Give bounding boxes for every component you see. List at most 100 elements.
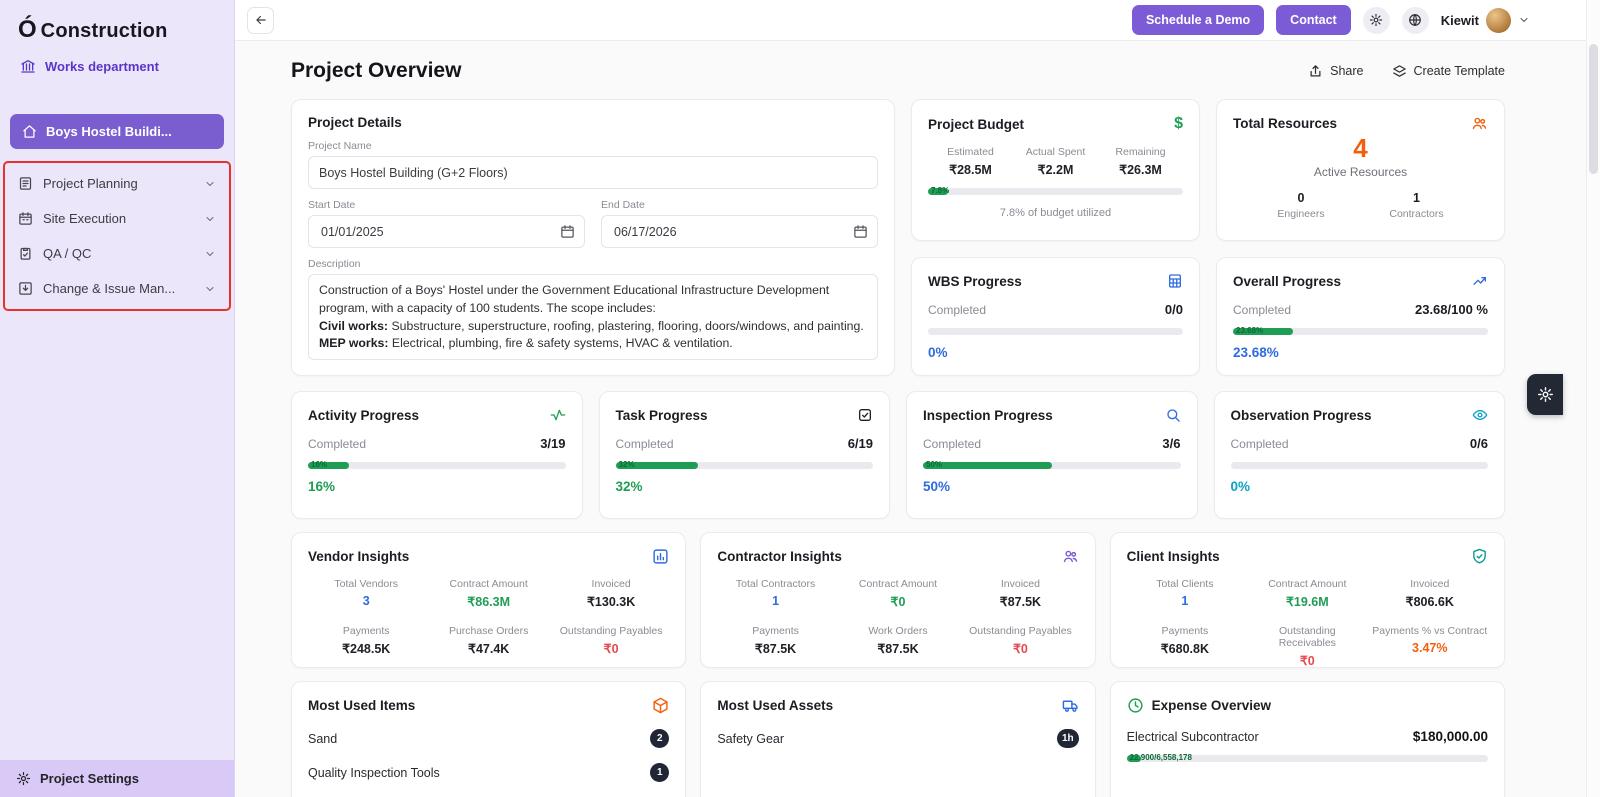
end-date-input[interactable] — [612, 224, 853, 240]
settings-label: Project Settings — [40, 771, 139, 786]
calendar-icon[interactable] — [560, 224, 575, 239]
stat-label: Contract Amount — [430, 578, 546, 590]
share-button[interactable]: Share — [1308, 64, 1363, 79]
description-mep-label: MEP works: — [319, 336, 388, 350]
completed-ratio: 23.68/100 % — [1415, 302, 1488, 317]
share-label: Share — [1330, 64, 1363, 78]
description-civil-text: Substructure, superstructure, roofing, p… — [388, 319, 864, 333]
list-item[interactable]: Sand 2 — [308, 729, 669, 748]
contractor-insights-card: Contractor Insights Total Contractors1 C… — [700, 532, 1095, 668]
project-name-label: Project Name — [308, 140, 878, 152]
percent-value: 0% — [1231, 479, 1489, 494]
schedule-demo-button[interactable]: Schedule a Demo — [1132, 5, 1264, 35]
stat-value: ₹26.3M — [1098, 162, 1183, 177]
contact-button[interactable]: Contact — [1276, 5, 1351, 35]
stat-value: ₹0 — [962, 641, 1078, 656]
project-name: Boys Hostel Buildi... — [46, 124, 172, 139]
nav-label: Site Execution — [43, 211, 126, 226]
total-resources-card: Total Resources 4 Active Resources 0 Eng… — [1216, 99, 1505, 241]
stat-label: Total Clients — [1127, 578, 1243, 590]
sidebar-item-qa-qc[interactable]: QA / QC — [5, 236, 229, 271]
most-used-items-card: Most Used Items Sand 2 Quality Inspectio… — [291, 681, 686, 797]
settings-gear-button[interactable] — [1363, 7, 1390, 34]
chevron-down-icon — [204, 283, 216, 295]
description-textarea[interactable]: Construction of a Boys' Hostel under the… — [308, 274, 878, 360]
back-button[interactable] — [247, 7, 274, 34]
engineers-label: Engineers — [1277, 208, 1324, 220]
completed-ratio: 0/6 — [1470, 436, 1488, 451]
end-date-field[interactable] — [601, 215, 878, 248]
stat-label: Invoiced — [553, 578, 669, 590]
stat-label: Outstanding Payables — [553, 625, 669, 637]
create-template-button[interactable]: Create Template — [1392, 64, 1506, 79]
budget-progress-bar: 7.8% — [928, 188, 1183, 195]
stat-value: ₹28.5M — [928, 162, 1013, 177]
topbar: Schedule a Demo Contact Kiewit — [235, 0, 1600, 41]
stat-value: ₹86.3M — [430, 594, 546, 609]
stat-value: 3 — [308, 594, 424, 608]
stat-label: Payments — [1127, 625, 1243, 637]
gear-icon — [16, 771, 31, 786]
most-used-assets-card: Most Used Assets Safety Gear 1h — [700, 681, 1095, 797]
expense-amount: $180,000.00 — [1413, 729, 1488, 744]
stat-label: Total Vendors — [308, 578, 424, 590]
completed-ratio: 0/0 — [1165, 302, 1183, 317]
shield-check-icon — [1471, 548, 1488, 565]
start-date-input[interactable] — [319, 224, 560, 240]
stat-label: Purchase Orders — [430, 625, 546, 637]
brand: Ó Construction — [0, 0, 234, 48]
stat-label: Contract Amount — [1249, 578, 1365, 590]
active-resources-label: Active Resources — [1233, 165, 1488, 179]
bar-inline-label: 16% — [311, 460, 327, 470]
expense-row[interactable]: Electrical Subcontractor $180,000.00 — [1127, 729, 1488, 744]
search-icon — [1165, 407, 1181, 423]
calendar-icon[interactable] — [853, 224, 868, 239]
sidebar-item-project-planning[interactable]: Project Planning — [5, 166, 229, 201]
bar-inline-label: 50% — [926, 460, 942, 470]
sidebar-item-site-execution[interactable]: Site Execution — [5, 201, 229, 236]
stat-value: ₹0 — [840, 594, 956, 609]
sidebar-item-project[interactable]: Boys Hostel Buildi... — [10, 114, 224, 149]
card-title: Contractor Insights — [717, 549, 842, 564]
card-title: Project Budget — [928, 117, 1024, 132]
stat-label: Total Contractors — [717, 578, 833, 590]
card-title: Expense Overview — [1152, 698, 1271, 713]
floating-settings-button[interactable] — [1527, 374, 1563, 415]
page-scrollbar[interactable] — [1586, 0, 1600, 797]
stat-label: Payments % vs Contract — [1372, 625, 1488, 637]
card-title: WBS Progress — [928, 274, 1022, 289]
list-item[interactable]: Safety Gear 1h — [717, 729, 1078, 748]
chevron-down-icon — [204, 178, 216, 190]
globe-button[interactable] — [1402, 7, 1429, 34]
completed-label: Completed — [1231, 437, 1289, 451]
sidebar-item-change-issue[interactable]: Change & Issue Man... — [5, 271, 229, 306]
sidebar-item-project-settings[interactable]: Project Settings — [0, 760, 234, 797]
progress-bar: 32% — [616, 462, 874, 469]
bar-inline-label: 7.8% — [931, 186, 949, 196]
user-menu[interactable]: Kiewit — [1441, 8, 1530, 33]
stat-value: ₹0 — [1249, 653, 1365, 668]
asset-name: Safety Gear — [717, 732, 784, 746]
stat-label: Payments — [308, 625, 424, 637]
active-resources-count: 4 — [1233, 134, 1488, 163]
card-title: Most Used Items — [308, 698, 415, 713]
stat-value: ₹680.8K — [1127, 641, 1243, 656]
project-name-input[interactable] — [308, 156, 878, 189]
completed-ratio: 3/19 — [540, 436, 565, 451]
scrollbar-thumb[interactable] — [1589, 44, 1598, 174]
department-label: Works department — [0, 48, 234, 86]
engineers-count: 0 — [1277, 191, 1324, 205]
budget-footnote: 7.8% of budget utilized — [928, 207, 1183, 219]
card-title: Observation Progress — [1231, 408, 1372, 423]
wbs-progress-card: WBS Progress Completed 0/0 0% — [911, 257, 1200, 376]
main-area: Schedule a Demo Contact Kiewit Project O… — [235, 0, 1600, 797]
list-item[interactable]: Quality Inspection Tools 1 — [308, 763, 669, 782]
start-date-field[interactable] — [308, 215, 585, 248]
card-title: Most Used Assets — [717, 698, 833, 713]
user-name: Kiewit — [1441, 13, 1479, 28]
chevron-down-icon — [204, 248, 216, 260]
progress-bar — [1231, 462, 1489, 469]
clipboard-check-icon — [18, 246, 33, 261]
overall-progress-card: Overall Progress Completed 23.68/100 % 2… — [1216, 257, 1505, 376]
card-title: Client Insights — [1127, 549, 1220, 564]
